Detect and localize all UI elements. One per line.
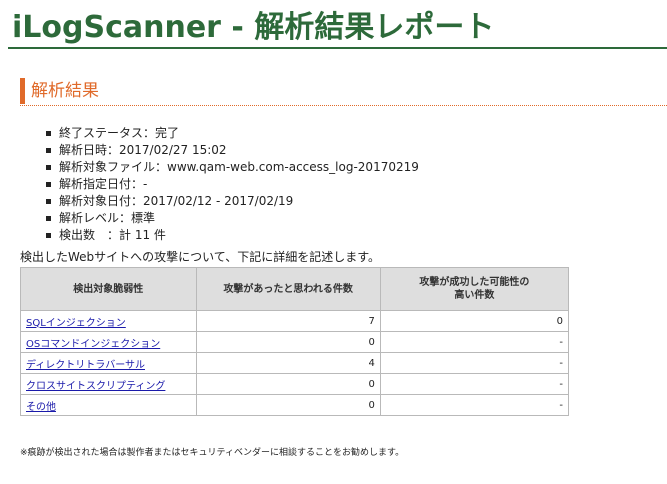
link-directory-traversal[interactable]: ディレクトリトラバーサル [26,360,145,371]
summary-specified-date: 解析指定日付：- [46,176,419,193]
row-name-cell: その他 [20,394,197,416]
link-cross-site-scripting[interactable]: クロスサイトスクリプティング [26,381,165,392]
header-success-count-line1: 攻撃が成功した可能性の [419,277,530,288]
row-success-cell: - [379,394,570,416]
row-success-cell: 0 [379,310,570,332]
row-name-cell: OSコマンドインジェクション [20,331,197,353]
row-count-cell: 0 [195,331,381,353]
footnote: ※痕跡が検出された場合は製作者またはセキュリティベンダーに相談することをお勧めし… [20,448,405,458]
title-divider [8,47,667,49]
row-count-cell: 0 [195,373,381,395]
row-name-cell: SQLインジェクション [20,310,197,332]
section-title: 解析結果 [20,78,99,104]
row-success-cell: - [379,352,570,374]
summary-target-dates: 解析対象日付：2017/02/12 - 2017/02/19 [46,193,419,210]
header-vulnerability: 検出対象脆弱性 [20,267,197,311]
table-row: クロスサイトスクリプティング 0 - [20,373,570,395]
row-count-cell: 4 [195,352,381,374]
row-success-cell: - [379,373,570,395]
summary-list: 終了ステータス：完了 解析日時：2017/02/27 15:02 解析対象ファイ… [46,125,419,244]
table-row: OSコマンドインジェクション 0 - [20,331,570,353]
table-row: ディレクトリトラバーサル 4 - [20,352,570,374]
table-row: その他 0 - [20,394,570,416]
link-other[interactable]: その他 [26,402,56,413]
row-count-cell: 0 [195,394,381,416]
row-name-cell: ディレクトリトラバーサル [20,352,197,374]
row-name-cell: クロスサイトスクリプティング [20,373,197,395]
table-row: SQLインジェクション 7 0 [20,310,570,332]
summary-status: 終了ステータス：完了 [46,125,419,142]
header-attack-count: 攻撃があったと思われる件数 [195,267,381,311]
intro-text: 検出したWebサイトへの攻撃について、下記に詳細を記述します。 [20,250,381,264]
row-count-cell: 7 [195,310,381,332]
row-success-cell: - [379,331,570,353]
summary-analysis-datetime: 解析日時：2017/02/27 15:02 [46,142,419,159]
section-divider [20,105,667,106]
results-table: 検出対象脆弱性 攻撃があったと思われる件数 攻撃が成功した可能性の 高い件数 S… [20,267,570,416]
link-sql-injection[interactable]: SQLインジェクション [26,318,126,329]
summary-target-file: 解析対象ファイル：www.qam-web.com-access_log-2017… [46,159,419,176]
header-success-count-line2: 高い件数 [454,290,495,301]
link-os-command-injection[interactable]: OSコマンドインジェクション [26,339,160,350]
table-header-row: 検出対象脆弱性 攻撃があったと思われる件数 攻撃が成功した可能性の 高い件数 [20,267,570,311]
summary-detection-count: 検出数 ：計 11 件 [46,227,419,244]
summary-analysis-level: 解析レベル：標準 [46,210,419,227]
header-success-count: 攻撃が成功した可能性の 高い件数 [379,267,570,311]
page-title: iLogScanner - 解析結果レポート [12,10,495,45]
